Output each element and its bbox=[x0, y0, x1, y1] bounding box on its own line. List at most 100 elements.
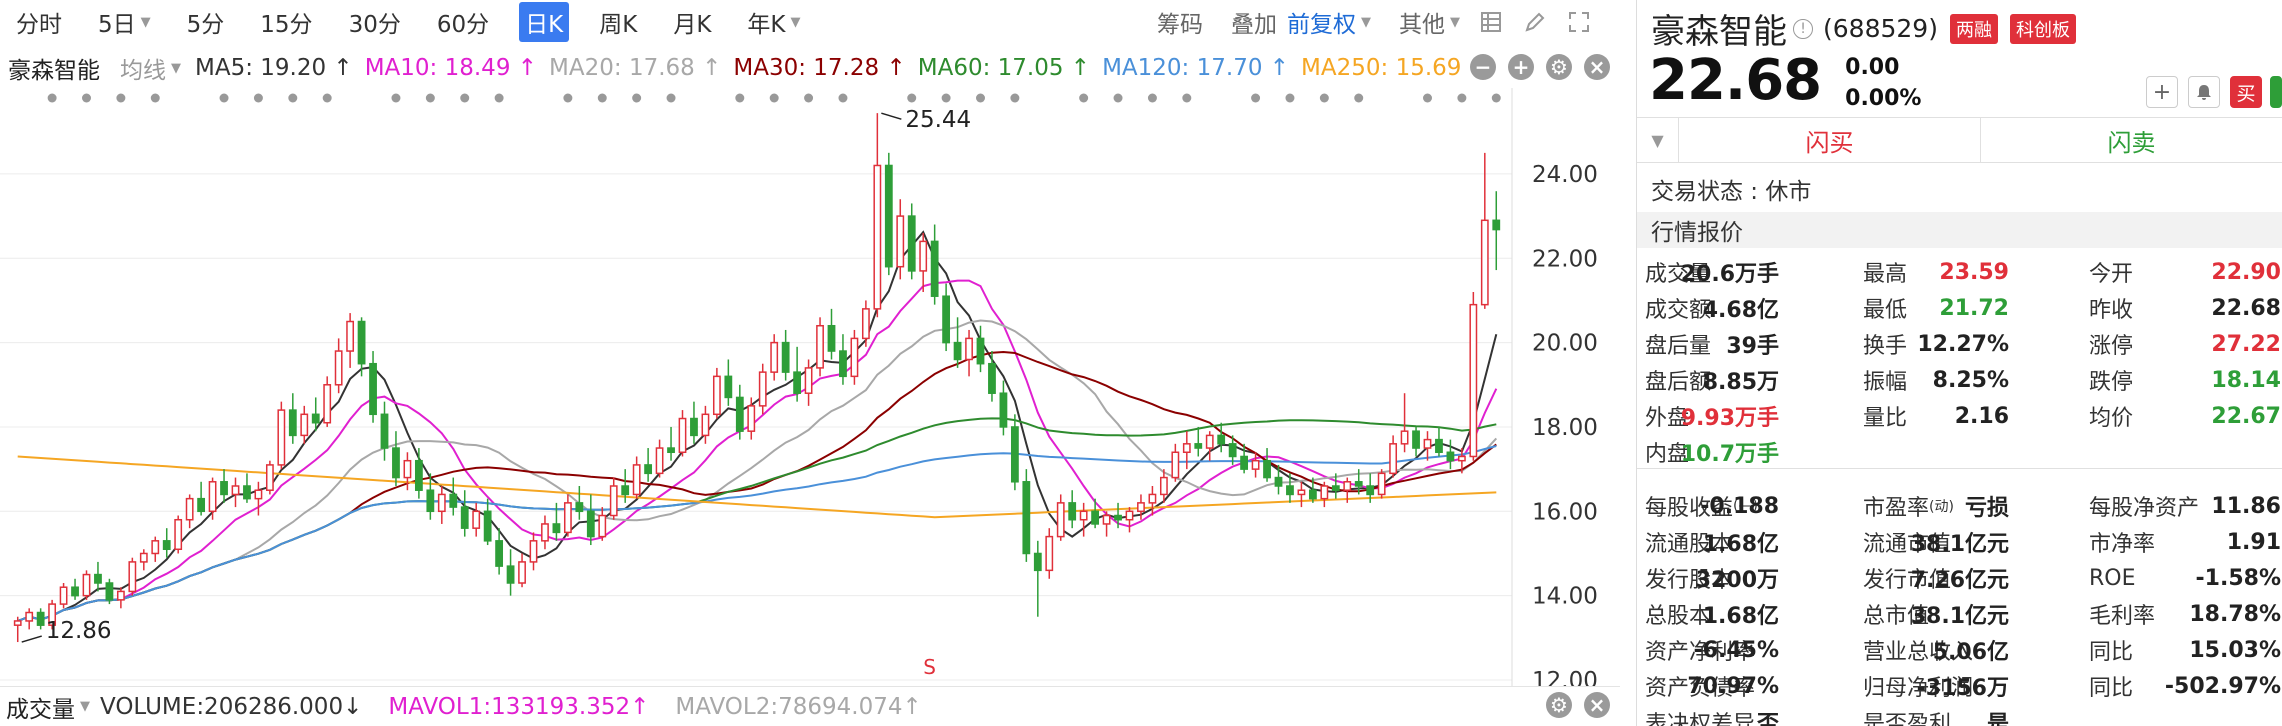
quote-label: 涨停 bbox=[2089, 334, 2134, 359]
period-tab-6[interactable]: 日K bbox=[519, 2, 570, 42]
other-label: 其他 bbox=[1399, 12, 1445, 38]
ma-legend-item[interactable]: MA60: 17.05 ↑ bbox=[918, 55, 1090, 81]
period-tab-5[interactable]: 60分 bbox=[431, 2, 495, 42]
period-tab-label: 周K bbox=[599, 12, 638, 38]
candle-body bbox=[403, 459, 412, 479]
bell-icon[interactable] bbox=[2188, 76, 2220, 108]
period-tab-0[interactable]: 分时 bbox=[10, 2, 68, 42]
candle-body bbox=[277, 409, 286, 466]
adjust-select[interactable]: 前复权 ▼ bbox=[1287, 5, 1371, 39]
ma-legend-item[interactable]: MA5: 19.20 ↑ bbox=[195, 55, 353, 81]
candle-body bbox=[827, 324, 836, 352]
quote-value: 10.7万手 bbox=[1680, 442, 1779, 467]
period-tab-7[interactable]: 周K bbox=[593, 2, 643, 42]
candle-body bbox=[804, 367, 813, 394]
flash-sell-button[interactable]: 闪卖 bbox=[1981, 118, 2282, 162]
quote-value: 否 bbox=[1756, 712, 1779, 726]
signal-dot bbox=[1457, 93, 1467, 103]
quote-row: 成交量 20.6万手 最高 23.59 今开 22.90 bbox=[1637, 254, 2282, 290]
candle-body bbox=[953, 341, 962, 361]
ma-legend-item[interactable]: MA120: 17.70 ↑ bbox=[1102, 55, 1289, 81]
candle-body bbox=[254, 489, 263, 500]
buy-button[interactable]: 买 bbox=[2230, 76, 2262, 108]
ma-legend-item[interactable]: MA20: 17.68 ↑ bbox=[549, 55, 721, 81]
period-tab-1[interactable]: 5日 ▼ bbox=[92, 2, 157, 42]
candle-body bbox=[197, 497, 206, 513]
draw-pen-icon[interactable] bbox=[1522, 9, 1548, 35]
ma-mode-label: 均线 bbox=[120, 58, 166, 84]
other-menu[interactable]: 其他 ▼ bbox=[1399, 5, 1460, 39]
quote-value: -0.188 bbox=[1700, 493, 1779, 519]
y-tick-label: 16.00 bbox=[1532, 499, 1598, 525]
sell-button[interactable] bbox=[2270, 76, 2282, 108]
star-market-badge[interactable]: 科创板 bbox=[2009, 13, 2076, 44]
period-tab-2[interactable]: 5分 bbox=[181, 2, 231, 42]
signal-dot bbox=[632, 93, 642, 103]
quote-value: 27.22 bbox=[2211, 331, 2281, 357]
candle-body bbox=[288, 409, 297, 437]
margin-trading-badge[interactable]: 两融 bbox=[1949, 13, 1998, 44]
quote-label: 表决权差异 bbox=[1645, 712, 1756, 726]
candlestick-chart[interactable]: 24.00 22.00 20.00 18.00 16.00 14.00 12.00 25.44… bbox=[0, 88, 1620, 686]
fullscreen-icon[interactable] bbox=[1566, 9, 1592, 35]
candle-body bbox=[1102, 514, 1111, 525]
plus-icon[interactable]: + bbox=[1508, 54, 1534, 80]
signal-dot bbox=[838, 93, 848, 103]
candle-body bbox=[1331, 485, 1340, 491]
candle-body bbox=[896, 215, 905, 268]
period-tab-label: 月K bbox=[673, 12, 712, 38]
flash-buy-button[interactable]: 闪买 bbox=[1679, 118, 1981, 162]
quote-label: 市净率 bbox=[2089, 532, 2156, 557]
minus-icon[interactable]: − bbox=[1470, 54, 1496, 80]
ma-legend-item[interactable]: MA30: 17.28 ↑ bbox=[733, 55, 905, 81]
candle-body bbox=[1182, 443, 1191, 454]
candle-body bbox=[1148, 493, 1157, 504]
close-icon[interactable]: × bbox=[1584, 692, 1610, 718]
candle-body bbox=[1240, 455, 1249, 470]
candle-body bbox=[552, 523, 561, 534]
chips-button[interactable]: 筹码 bbox=[1157, 5, 1203, 39]
quote-row: 流通股本 1.68亿 流通市值 38.1亿元 市净率 1.91 bbox=[1637, 524, 2282, 560]
quote-panel: 豪森智能 ! (688529) 两融 科创板 22.68 0.00 0.00% … bbox=[1636, 0, 2282, 726]
ma-legend-item[interactable]: MA10: 18.49 ↑ bbox=[365, 55, 537, 81]
y-tick-label: 24.00 bbox=[1532, 162, 1598, 188]
quote-row: 盘后额 8.85万 振幅 8.25% 跌停 18.14 bbox=[1637, 362, 2282, 398]
close-icon[interactable]: × bbox=[1584, 54, 1610, 80]
quote-value: -6.45% bbox=[1693, 637, 1779, 663]
candle-body bbox=[36, 611, 45, 626]
y-tick-label: 18.00 bbox=[1532, 415, 1598, 441]
add-watchlist-button[interactable]: + bbox=[2146, 76, 2178, 108]
candle-body bbox=[174, 518, 183, 551]
volume-indicator-select[interactable]: 成交量 ▼ bbox=[6, 690, 90, 724]
quote-value: 1.68亿 bbox=[1702, 604, 1779, 629]
grid-layout-icon[interactable] bbox=[1478, 9, 1504, 35]
signal-dot bbox=[391, 93, 401, 103]
period-tab-8[interactable]: 月K bbox=[667, 2, 717, 42]
signal-dot bbox=[1147, 93, 1157, 103]
candle-body bbox=[231, 485, 240, 496]
period-tab-4[interactable]: 30分 bbox=[343, 2, 407, 42]
candle-body bbox=[1091, 510, 1100, 525]
signal-dot bbox=[597, 93, 607, 103]
candle-body bbox=[1389, 443, 1398, 475]
quote-label: 市盈率 (动) bbox=[1863, 496, 1954, 521]
gear-icon[interactable]: ⚙ bbox=[1546, 692, 1572, 718]
quote-label: 毛利率 bbox=[2089, 604, 2156, 629]
gear-icon[interactable]: ⚙ bbox=[1546, 54, 1572, 80]
candle-body bbox=[541, 523, 549, 542]
quote-value: 亏损 bbox=[1964, 496, 2009, 521]
collapse-icon[interactable]: ▼ bbox=[1637, 118, 1679, 162]
quote-value: 23.59 bbox=[1939, 259, 2009, 285]
candle-body bbox=[1457, 455, 1466, 462]
period-tab-9[interactable]: 年K ▼ bbox=[741, 2, 806, 42]
overlay-button[interactable]: 叠加 bbox=[1231, 5, 1277, 39]
info-icon[interactable]: ! bbox=[1793, 18, 1813, 39]
high-marker-arrow bbox=[881, 112, 902, 120]
candle-body bbox=[1286, 485, 1294, 496]
period-tab-label: 日K bbox=[525, 12, 564, 38]
period-tab-3[interactable]: 15分 bbox=[254, 2, 318, 42]
y-tick-label: 14.00 bbox=[1532, 584, 1598, 610]
ma-mode-select[interactable]: 均线 ▼ bbox=[120, 51, 181, 85]
candle-body bbox=[690, 417, 698, 437]
chevron-down-icon: ▼ bbox=[140, 14, 151, 30]
